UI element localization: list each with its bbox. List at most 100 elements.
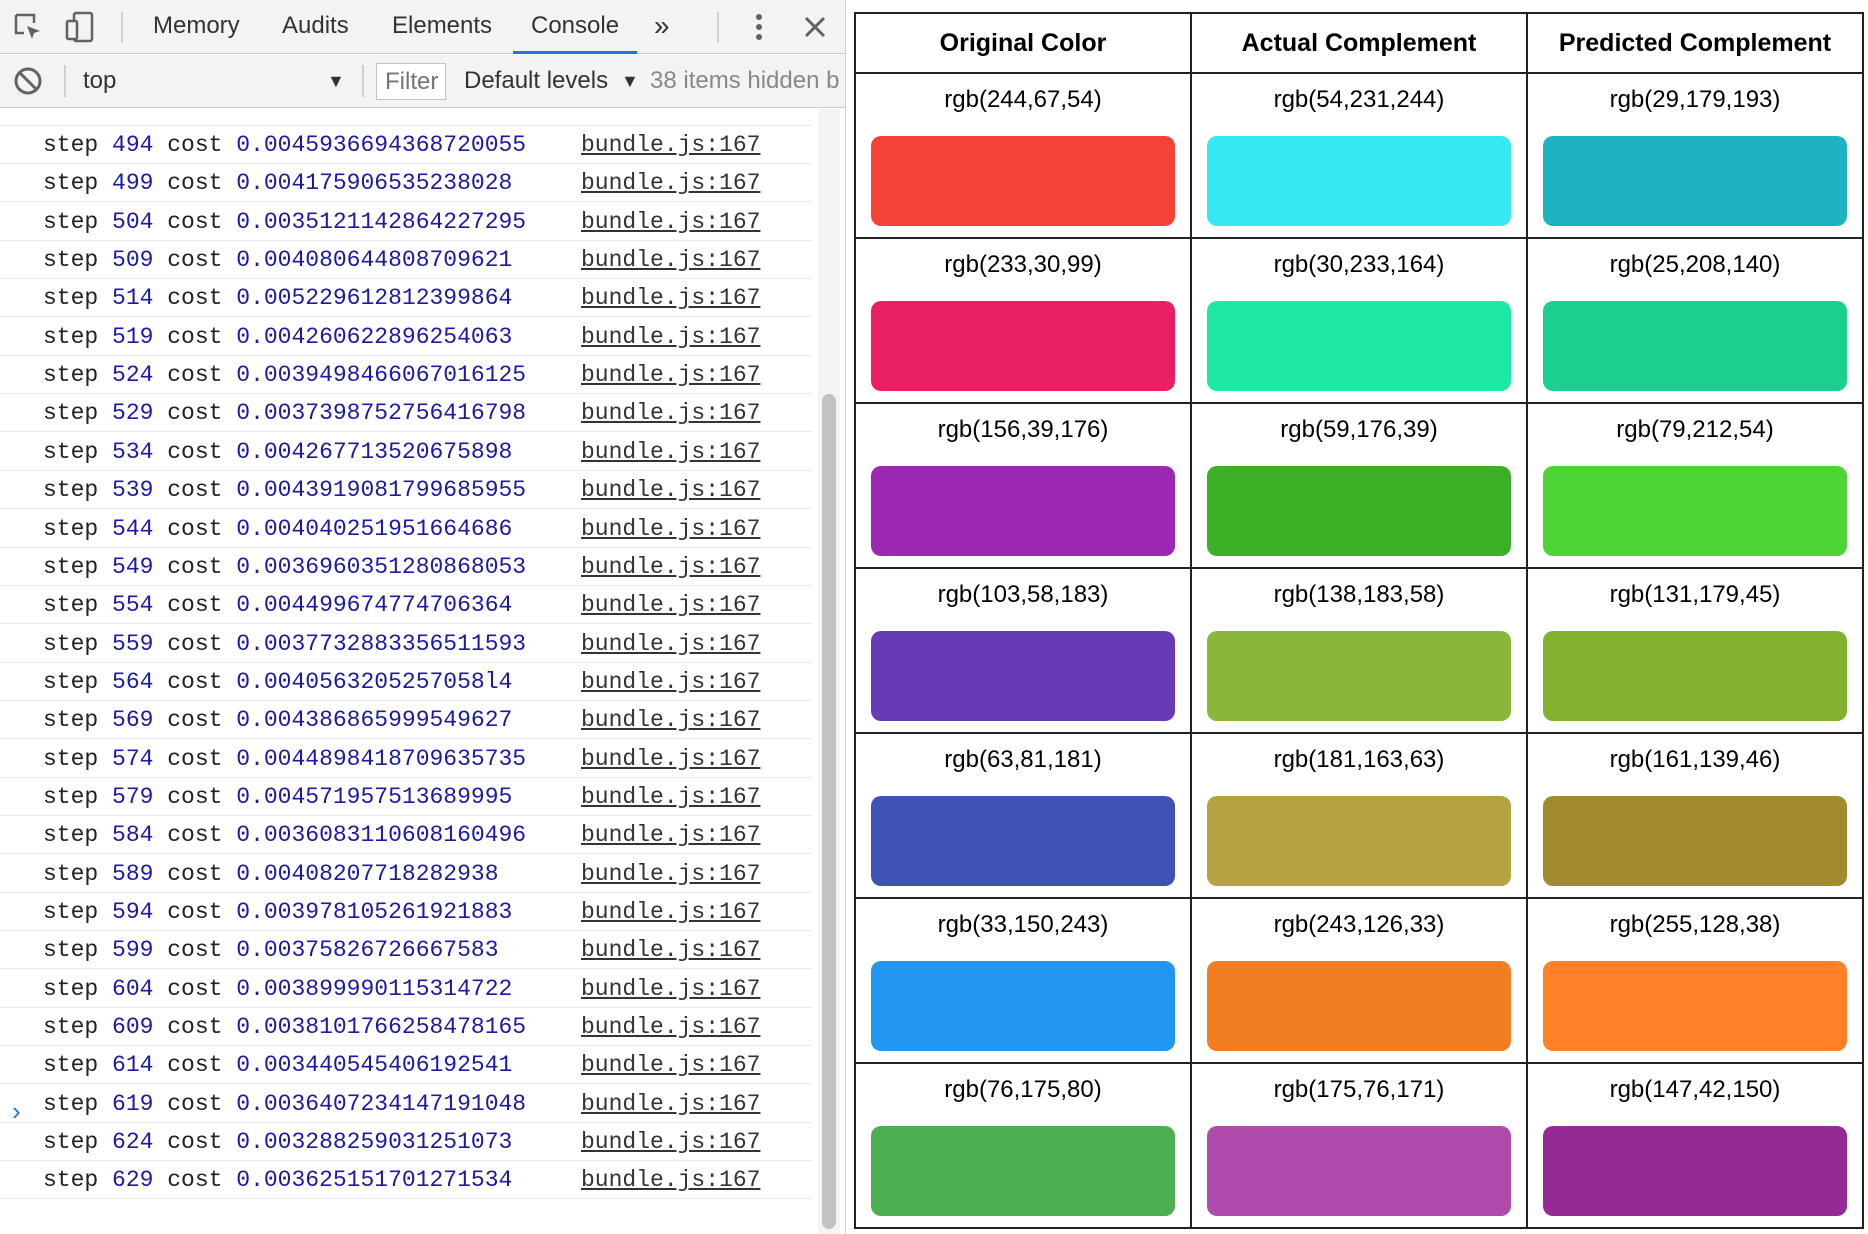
- log-message: step 519 cost 0.004260622896254063: [43, 323, 513, 350]
- tab-elements[interactable]: Elements: [392, 0, 492, 54]
- console-scrollbar[interactable]: [818, 109, 840, 1234]
- log-message: step 584 cost 0.0036083110608160496: [43, 822, 527, 849]
- log-row: step 549 cost 0.0036960351280868053 bundl…: [0, 548, 812, 586]
- log-cost-value: 0.004040251951664686: [236, 515, 513, 542]
- actual-color-swatch: [1207, 466, 1511, 556]
- original-color-swatch: [871, 466, 1175, 556]
- more-tabs-button[interactable]: »: [654, 0, 670, 54]
- predicted-color-swatch: [1543, 961, 1847, 1051]
- log-source-link[interactable]: bundle.js:167: [581, 625, 760, 663]
- chevron-down-icon[interactable]: ▼: [621, 55, 639, 107]
- log-message: step 539 cost 0.0043919081799685955: [43, 477, 527, 504]
- log-cost-value: 0.0040563205257058l4: [236, 668, 513, 695]
- log-message: step 599 cost 0.00375826726667583: [43, 937, 499, 964]
- log-source-link[interactable]: bundle.js:167: [581, 740, 760, 778]
- log-row: step 529 cost 0.0037398752756416798 bundl…: [0, 394, 812, 433]
- log-step-value: 539: [112, 477, 154, 504]
- kebab-menu-icon[interactable]: [741, 9, 777, 45]
- log-cost-value: 0.0043919081799685955: [236, 477, 527, 504]
- log-source-link[interactable]: bundle.js:167: [581, 701, 760, 739]
- predicted-color-swatch: [1543, 136, 1847, 226]
- log-message: step 589 cost 0.00408207718282938: [43, 860, 499, 887]
- log-source-link[interactable]: bundle.js:167: [581, 164, 760, 202]
- predicted-color-swatch: [1543, 301, 1847, 391]
- log-cost-value: 0.0036083110608160496: [236, 822, 527, 849]
- log-row: step 629 cost 0.003625151701271534 bundle…: [0, 1161, 812, 1200]
- log-message: step 524 cost 0.0039498466067016125: [43, 362, 527, 389]
- actual-rgb-label: rgb(175,76,171): [1273, 1076, 1445, 1103]
- log-step-value: 494: [112, 132, 154, 158]
- log-cost-value: 0.0044898418709635735: [236, 745, 527, 772]
- log-cost-value: 0.004267713520675898: [236, 438, 513, 465]
- console-prompt[interactable]: ›: [12, 1092, 42, 1130]
- log-row: step 579 cost 0.004571957513689995 bundle…: [0, 778, 812, 816]
- filter-input[interactable]: [376, 63, 446, 100]
- log-source-link[interactable]: bundle.js:167: [581, 663, 760, 701]
- log-source-link[interactable]: bundle.js:167: [581, 433, 760, 471]
- actual-color-swatch: [1207, 1126, 1511, 1216]
- chevron-down-icon[interactable]: ▼: [327, 55, 345, 107]
- actual-rgb-label: rgb(243,126,33): [1273, 911, 1445, 938]
- log-source-link[interactable]: bundle.js:167: [581, 816, 760, 854]
- log-source-link[interactable]: bundle.js:167: [581, 510, 760, 548]
- log-step-value: 529: [112, 400, 154, 427]
- clear-console-icon[interactable]: [10, 63, 46, 99]
- log-source-link[interactable]: bundle.js:167: [581, 970, 760, 1008]
- log-step-value: 534: [112, 438, 154, 465]
- actual-color-swatch: [1207, 136, 1511, 226]
- log-source-link[interactable]: bundle.js:167: [581, 1161, 760, 1199]
- close-icon[interactable]: [797, 9, 833, 45]
- actual-color-swatch: [1207, 796, 1511, 886]
- log-source-link[interactable]: bundle.js:167: [581, 1123, 760, 1161]
- tab-console[interactable]: Console: [513, 0, 638, 54]
- scrollbar-thumb[interactable]: [822, 394, 836, 1229]
- log-source-link[interactable]: bundle.js:167: [581, 893, 760, 931]
- log-source-link[interactable]: bundle.js:167: [581, 586, 760, 624]
- device-toolbar-icon[interactable]: [62, 9, 98, 45]
- log-source-link[interactable]: bundle.js:167: [581, 931, 760, 969]
- context-select[interactable]: top: [83, 55, 116, 107]
- log-cost-value: 0.0036960351280868053: [236, 553, 527, 580]
- log-source-link[interactable]: bundle.js:167: [581, 1046, 760, 1084]
- log-source-link[interactable]: bundle.js:167: [581, 279, 760, 317]
- original-rgb-label: rgb(76,175,80): [944, 1076, 1102, 1103]
- table-row: rgb(156,39,176) rgb(59,176,39) rgb(79,212,…: [854, 402, 1864, 569]
- log-step-value: 499: [112, 170, 154, 197]
- log-source-link[interactable]: bundle.js:167: [581, 778, 760, 816]
- log-step-value: 549: [112, 553, 154, 580]
- log-message: step 624 cost 0.003288259031251073: [43, 1129, 513, 1156]
- predicted-rgb-label: rgb(29,179,193): [1609, 86, 1781, 113]
- actual-color-cell: rgb(54,231,244): [1190, 72, 1528, 239]
- log-message: step 499 cost 0.004175906535238028: [43, 170, 513, 197]
- log-source-link[interactable]: bundle.js:167: [581, 126, 760, 164]
- original-rgb-label: rgb(33,150,243): [937, 911, 1109, 938]
- log-step-value: 594: [112, 899, 154, 925]
- log-message: step 569 cost 0.004386865999549627: [43, 707, 513, 734]
- log-source-link[interactable]: bundle.js:167: [581, 855, 760, 893]
- log-source-link[interactable]: bundle.js:167: [581, 1085, 760, 1123]
- tab-memory[interactable]: Memory: [153, 0, 240, 54]
- original-color-cell: rgb(233,30,99): [854, 237, 1192, 404]
- default-levels-dropdown[interactable]: Default levels: [464, 55, 608, 107]
- log-cost-value: 0.003899990115314722: [236, 975, 513, 1002]
- log-step-value: 579: [112, 783, 154, 810]
- log-cost-value: 0.0037398752756416798: [236, 400, 527, 427]
- tab-audits[interactable]: Audits: [282, 0, 349, 54]
- log-source-link[interactable]: bundle.js:167: [581, 471, 760, 509]
- log-row: step 574 cost 0.0044898418709635735 bundl…: [0, 740, 812, 778]
- log-step-value: 614: [112, 1052, 154, 1079]
- log-source-link[interactable]: bundle.js:167: [581, 356, 760, 394]
- log-source-link[interactable]: bundle.js:167: [581, 318, 760, 356]
- log-message: step 554 cost 0.004499674774706364: [43, 592, 513, 619]
- log-source-link[interactable]: bundle.js:167: [581, 203, 760, 241]
- log-source-link[interactable]: bundle.js:167: [581, 394, 760, 432]
- original-rgb-label: rgb(244,67,54): [944, 86, 1102, 113]
- log-row: step 604 cost 0.003899990115314722 bundle…: [0, 970, 812, 1008]
- log-source-link[interactable]: bundle.js:167: [581, 1008, 760, 1046]
- actual-color-swatch: [1207, 301, 1511, 391]
- log-source-link[interactable]: bundle.js:167: [581, 548, 760, 586]
- inspect-element-icon[interactable]: [10, 9, 46, 45]
- log-source-link[interactable]: bundle.js:167: [581, 241, 760, 279]
- predicted-color-cell: rgb(161,139,46): [1526, 732, 1864, 899]
- header-predicted-complement: Predicted Complement: [1526, 12, 1864, 74]
